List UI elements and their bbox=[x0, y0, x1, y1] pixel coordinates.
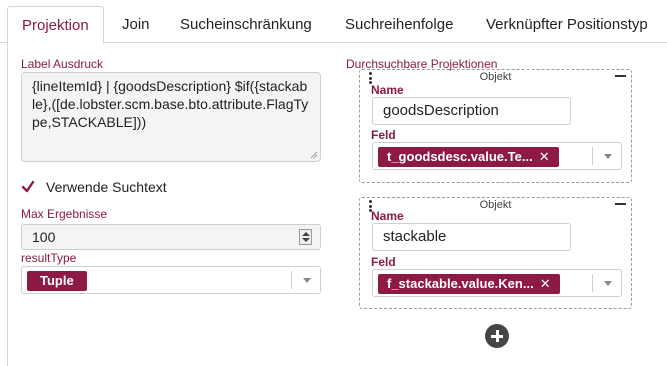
field-label: Feld bbox=[371, 128, 396, 142]
close-icon[interactable]: ✕ bbox=[540, 276, 551, 291]
select-separator bbox=[592, 274, 593, 292]
max-results-label: Max Ergebnisse bbox=[21, 207, 108, 221]
tab-join[interactable]: Join bbox=[108, 6, 164, 43]
field-value: f_stackable.value.Ken... bbox=[387, 276, 534, 291]
plus-circle-icon[interactable] bbox=[485, 324, 509, 348]
name-input[interactable]: goodsDescription bbox=[372, 97, 571, 125]
result-type-label: resultType bbox=[21, 251, 77, 265]
label-ausdruck-label: Label Ausdruck bbox=[21, 57, 104, 71]
minus-icon[interactable] bbox=[615, 203, 626, 205]
close-icon[interactable]: ✕ bbox=[539, 149, 550, 164]
field-chip: t_goodsdesc.value.Te... ✕ bbox=[378, 147, 559, 167]
field-value: t_goodsdesc.value.Te... bbox=[387, 149, 533, 164]
name-input[interactable]: stackable bbox=[372, 223, 571, 251]
label-ausdruck-textarea[interactable]: {lineItemId} | {goodsDescription} $if({s… bbox=[21, 72, 321, 162]
max-results-value: 100 bbox=[32, 229, 56, 245]
name-label: Name bbox=[371, 209, 404, 223]
tab-bar: Projektion Join Sucheinschränkung Suchre… bbox=[0, 0, 667, 44]
field-chip: f_stackable.value.Ken... ✕ bbox=[378, 274, 560, 294]
select-separator bbox=[592, 147, 593, 165]
result-type-chip: Tuple bbox=[27, 271, 87, 291]
spinner-icon[interactable] bbox=[299, 229, 312, 245]
tab-projektion[interactable]: Projektion bbox=[7, 6, 104, 44]
field-select[interactable]: f_stackable.value.Ken... ✕ bbox=[372, 269, 622, 297]
chevron-down-icon[interactable] bbox=[604, 281, 612, 286]
projection-object-1: Objekt Name goodsDescription Feld t_good… bbox=[359, 69, 632, 183]
chevron-down-icon[interactable] bbox=[303, 278, 311, 283]
tab-verknuepfter-positionstyp[interactable]: Verknüpfter Positionstyp bbox=[472, 6, 662, 43]
max-results-input[interactable]: 100 bbox=[21, 224, 321, 250]
use-search-text-label: Verwende Suchtext bbox=[46, 179, 167, 195]
result-type-select[interactable]: Tuple bbox=[21, 266, 321, 294]
label-ausdruck-value: {lineItemId} | {goodsDescription} $if({s… bbox=[32, 78, 309, 130]
field-label: Feld bbox=[371, 255, 396, 269]
projection-object-2: Objekt Name stackable Feld f_stackable.v… bbox=[359, 197, 632, 309]
object-header: Objekt bbox=[479, 71, 512, 83]
field-select[interactable]: t_goodsdesc.value.Te... ✕ bbox=[372, 142, 622, 170]
tab-sucheinschraenkung[interactable]: Sucheinschränkung bbox=[166, 6, 326, 43]
chevron-down-icon[interactable] bbox=[604, 154, 612, 159]
check-icon[interactable] bbox=[21, 180, 35, 194]
name-label: Name bbox=[371, 83, 404, 97]
result-type-value: Tuple bbox=[40, 273, 74, 288]
tab-suchreihenfolge[interactable]: Suchreihenfolge bbox=[331, 6, 467, 43]
select-separator bbox=[291, 271, 292, 289]
minus-icon[interactable] bbox=[615, 75, 626, 77]
resize-handle-icon[interactable] bbox=[310, 151, 318, 159]
